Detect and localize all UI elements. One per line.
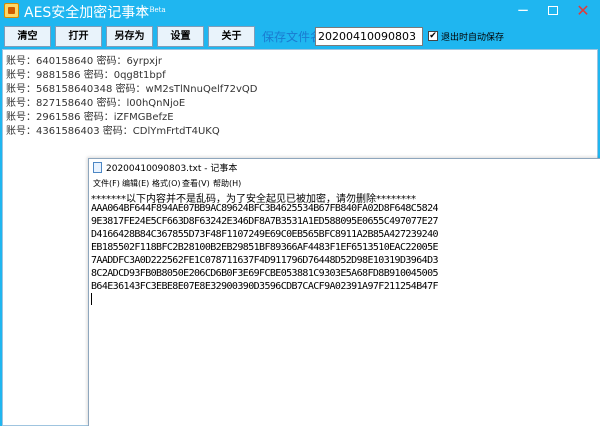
open-button[interactable]: 打开	[55, 26, 102, 47]
menu-edit[interactable]: 编辑(E)	[122, 178, 149, 189]
notepad-cipher-line: 8C2ADCD93FB0B8050E206CD6B0F3E69FCBE05388…	[91, 268, 439, 279]
close-icon: ✕	[576, 1, 590, 20]
clear-button[interactable]: 清空	[4, 26, 51, 47]
account-line: 账号：2961586 密码：iZFMGBefzE	[6, 112, 174, 123]
text-caret	[91, 293, 92, 305]
account-line: 账号：9881586 密码：0qg8t1bpf	[6, 70, 166, 81]
notepad-text-area[interactable]: *******以下内容并不是乱码，为了安全起见已被加密，请勿删除********…	[89, 190, 600, 426]
app-title: AES安全加密记事本	[24, 5, 150, 21]
account-line: 账号：568158640348 密码：wM2sTlNnuQelf72vQD	[6, 84, 258, 95]
close-button[interactable]: ✕	[568, 2, 598, 20]
account-line: 账号：640158640 密码：6yrpxjr	[6, 56, 162, 67]
settings-button[interactable]: 设置	[157, 26, 204, 47]
notepad-menu-bar: 文件(F) 编辑(E) 格式(O) 查看(V) 帮助(H)	[89, 176, 600, 190]
menu-help[interactable]: 帮助(H)	[213, 178, 241, 189]
notepad-cipher-line: AAA064BF644F894AE07BB9AC89624BFC3B462553…	[91, 203, 439, 214]
account-line: 账号：4361586403 密码：CDlYmFrtdT4UKQ	[6, 126, 220, 137]
notepad-icon	[93, 162, 102, 173]
notepad-cipher-line: EB185502F118BFC2B28100B2EB29851BF89366AF…	[91, 242, 439, 253]
about-button[interactable]: 关于	[208, 26, 255, 47]
title-bar[interactable]: AES安全加密记事本 1.0 Beta − ✕	[0, 0, 600, 24]
account-line: 账号：827158640 密码：l00hQnNjoE	[6, 98, 186, 109]
save-filename-input[interactable]: 20200410090803	[315, 27, 423, 46]
minimize-button[interactable]: −	[508, 2, 538, 20]
app-icon	[4, 3, 19, 18]
restore-icon	[548, 6, 558, 15]
notepad-cipher-line: 9E3817FE24E5CF663D8F63242E346DF8A7B3531A…	[91, 216, 439, 227]
notepad-cipher-line: D4166428B84C367855D73F48F1107249E69C0EB5…	[91, 229, 439, 240]
minimize-icon: −	[516, 1, 530, 19]
maximize-button[interactable]	[538, 2, 568, 20]
notepad-cipher-line: 7AADDFC3A0D222562FE1C078711637F4D911796D…	[91, 255, 439, 266]
app-version: 1.0 Beta	[136, 6, 166, 14]
notepad-cipher-line: B64E36143FC3EBE8E07E8E32900390D3596CDB7C…	[91, 281, 439, 292]
menu-view[interactable]: 查看(V)	[182, 178, 210, 189]
autosave-checkbox[interactable]: ✔	[428, 31, 438, 41]
notepad-window: 20200410090803.txt - 记事本 文件(F) 编辑(E) 格式(…	[88, 158, 600, 426]
menu-file[interactable]: 文件(F)	[93, 178, 120, 189]
save-as-button[interactable]: 另存为	[106, 26, 153, 47]
menu-format[interactable]: 格式(O)	[152, 178, 181, 189]
notepad-title-bar[interactable]: 20200410090803.txt - 记事本	[89, 159, 600, 176]
notepad-title: 20200410090803.txt - 记事本	[106, 164, 238, 174]
autosave-label: 退出时自动保存	[441, 33, 505, 43]
